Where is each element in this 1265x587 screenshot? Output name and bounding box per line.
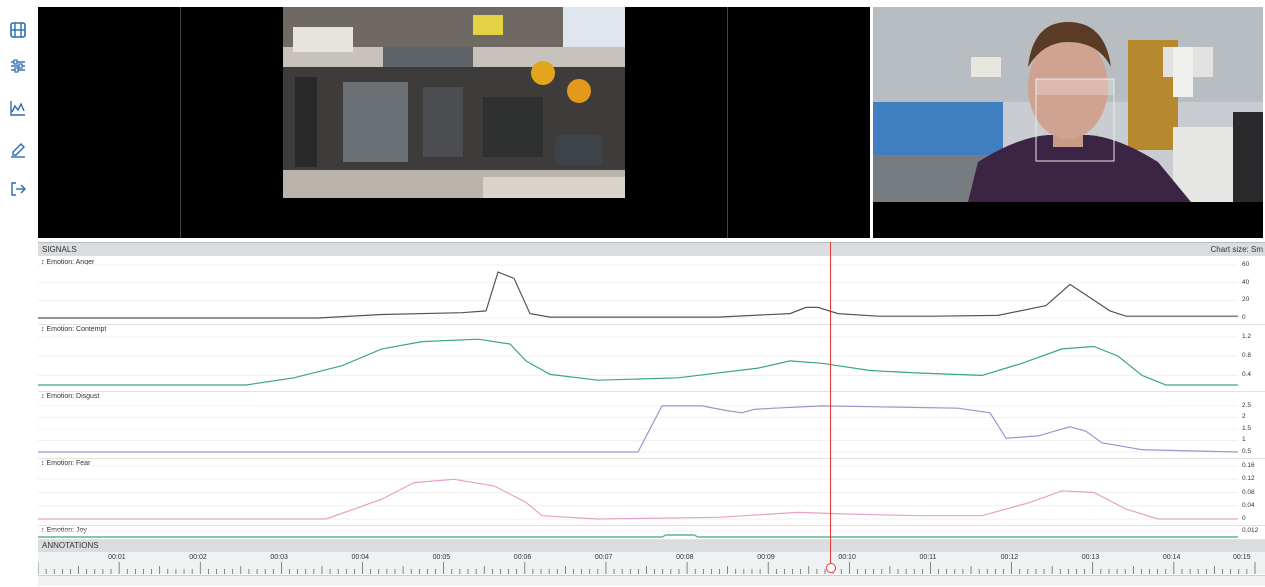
sliders-icon[interactable] — [7, 55, 29, 77]
signal-track[interactable]: ↕ Emotion: Anger 60 40 20 0 — [38, 257, 1265, 325]
signal-chart — [38, 465, 1238, 520]
y-tick-label: 0 — [1242, 515, 1246, 522]
timeline-label: 00:04 — [351, 554, 370, 561]
signal-chart — [38, 530, 1238, 538]
timeline-label: 00:02 — [189, 554, 207, 561]
signal-chart — [38, 264, 1238, 319]
y-tick-label: 0.08 — [1242, 488, 1255, 496]
annotations-title: ANNOTATIONS — [42, 541, 99, 550]
timeline-label: 00:01 — [108, 554, 126, 561]
signal-track[interactable]: ↕ Emotion: Fear 0.16 0.12 0.08 0.04 0 — [38, 458, 1265, 526]
y-tick-label: 0.012 — [1242, 527, 1259, 534]
timeline-label: 00:09 — [757, 554, 775, 561]
y-tick-label: 40 — [1242, 278, 1250, 286]
y-tick-label: 60 — [1242, 261, 1250, 268]
y-tick-label: 20 — [1242, 296, 1250, 304]
y-tick-label: 0.12 — [1242, 475, 1255, 483]
annotations-header: ANNOTATIONS — [38, 540, 1265, 552]
timeline-label: 00:05 — [432, 554, 451, 561]
pencil-icon[interactable] — [7, 139, 29, 161]
timeline-label: 00:03 — [270, 554, 288, 561]
signal-line — [38, 534, 1238, 538]
webcam-feed-image — [873, 7, 1263, 202]
signal-track[interactable]: ↕ Emotion: Disgust 2.5 2 1.5 1 0.5 — [38, 391, 1265, 459]
signal-line — [38, 338, 1238, 386]
y-tick-label: 2.5 — [1242, 401, 1252, 409]
signals-header: SIGNALS Chart size: Sm — [38, 243, 1265, 256]
y-tick-label: 0.04 — [1242, 501, 1255, 509]
stimulus-video-player[interactable] — [38, 7, 870, 238]
signals-panel: SIGNALS Chart size: Sm ↕ Emotion: Anger 6… — [38, 242, 1265, 540]
timeline-label: 00:15 — [1233, 554, 1251, 561]
timeline-label: 00:07 — [594, 554, 613, 561]
signal-track[interactable]: ↕ Emotion: Joy0.012 — [38, 525, 1265, 540]
signal-chart — [38, 405, 1239, 453]
film-icon[interactable] — [7, 19, 29, 41]
webcam-video-player[interactable] — [873, 7, 1263, 238]
signal-track[interactable]: ↕ Emotion: Contempt 1.2 0.8 0.4 — [38, 324, 1265, 392]
chart-line-icon[interactable] — [7, 97, 29, 119]
y-tick-label: 0.8 — [1242, 352, 1252, 360]
playhead-line[interactable] — [830, 242, 831, 572]
logout-icon[interactable] — [7, 178, 29, 200]
y-tick-label: 1 — [1242, 436, 1246, 444]
timeline-scrollbar[interactable] — [38, 575, 1265, 586]
chart-size-selector[interactable]: Chart size: Sm — [1211, 243, 1263, 256]
y-tick-label: 2 — [1242, 413, 1246, 421]
timeline-label: 00:08 — [676, 554, 694, 561]
timeline-label: 00:13 — [1081, 554, 1100, 561]
frame-divider — [727, 7, 728, 238]
timeline-label: 00:10 — [838, 554, 856, 561]
y-tick-label: 0.4 — [1242, 371, 1252, 379]
y-tick-label: 1.2 — [1242, 332, 1252, 340]
y-tick-label: 0.5 — [1242, 448, 1252, 455]
signal-chart — [38, 336, 1238, 386]
street-scene-image — [283, 7, 625, 198]
frame-divider — [180, 7, 181, 238]
timeline-label: 00:12 — [1000, 554, 1019, 561]
y-tick-label: 1.5 — [1242, 424, 1252, 432]
signal-line — [38, 271, 1238, 319]
y-tick-label: 0.16 — [1242, 462, 1255, 469]
timeline-label: 00:11 — [919, 554, 937, 561]
signal-line — [38, 478, 1238, 520]
timeline-label: 00:14 — [1162, 554, 1181, 561]
timeline-label: 00:06 — [513, 554, 532, 561]
timeline-ruler[interactable]: 00:01 00:02 00:03 00:04 00:05 00:06 00:07 00:08… — [38, 552, 1265, 574]
signals-title: SIGNALS — [42, 245, 77, 254]
annotations-panel: ANNOTATIONS 00:01 00:02 00:03 00:04 00:05 00:… — [38, 540, 1265, 587]
sidebar — [0, 0, 36, 587]
y-tick-label: 0 — [1242, 314, 1246, 321]
playhead-handle[interactable] — [826, 563, 836, 573]
